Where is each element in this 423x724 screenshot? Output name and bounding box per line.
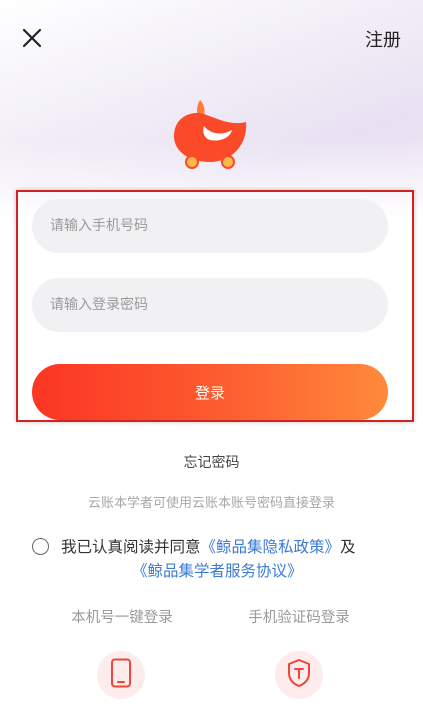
sms-login-button[interactable] [275,651,323,699]
phone-icon [110,658,132,692]
one-click-login-label[interactable]: 本机号一键登录 [42,606,202,627]
phone-input[interactable] [32,199,388,253]
close-icon[interactable] [18,24,46,52]
sms-login-label[interactable]: 手机验证码登录 [219,606,379,627]
forgot-password-link[interactable]: 忘记密码 [0,452,423,472]
shield-t-icon [286,658,312,692]
register-link[interactable]: 注册 [365,26,401,52]
login-button[interactable]: 登录 [32,364,388,420]
agreement-conjunction: 及 [340,538,356,556]
password-input[interactable] [32,278,388,332]
service-agreement-link[interactable]: 《鲸品集学者服务协议》 [132,562,303,580]
privacy-policy-link[interactable]: 《鲸品集隐私政策》 [201,538,341,556]
app-logo [170,96,252,172]
cloud-account-hint: 云账本学者可使用云账本账号密码直接登录 [87,496,335,511]
agreement-text: 我已认真阅读并同意《鲸品集隐私政策》及 《鲸品集学者服务协议》 [61,535,401,583]
agreement-prefix: 我已认真阅读并同意 [61,538,201,556]
one-click-login-button[interactable] [97,651,145,699]
agreement-radio[interactable] [32,538,49,555]
